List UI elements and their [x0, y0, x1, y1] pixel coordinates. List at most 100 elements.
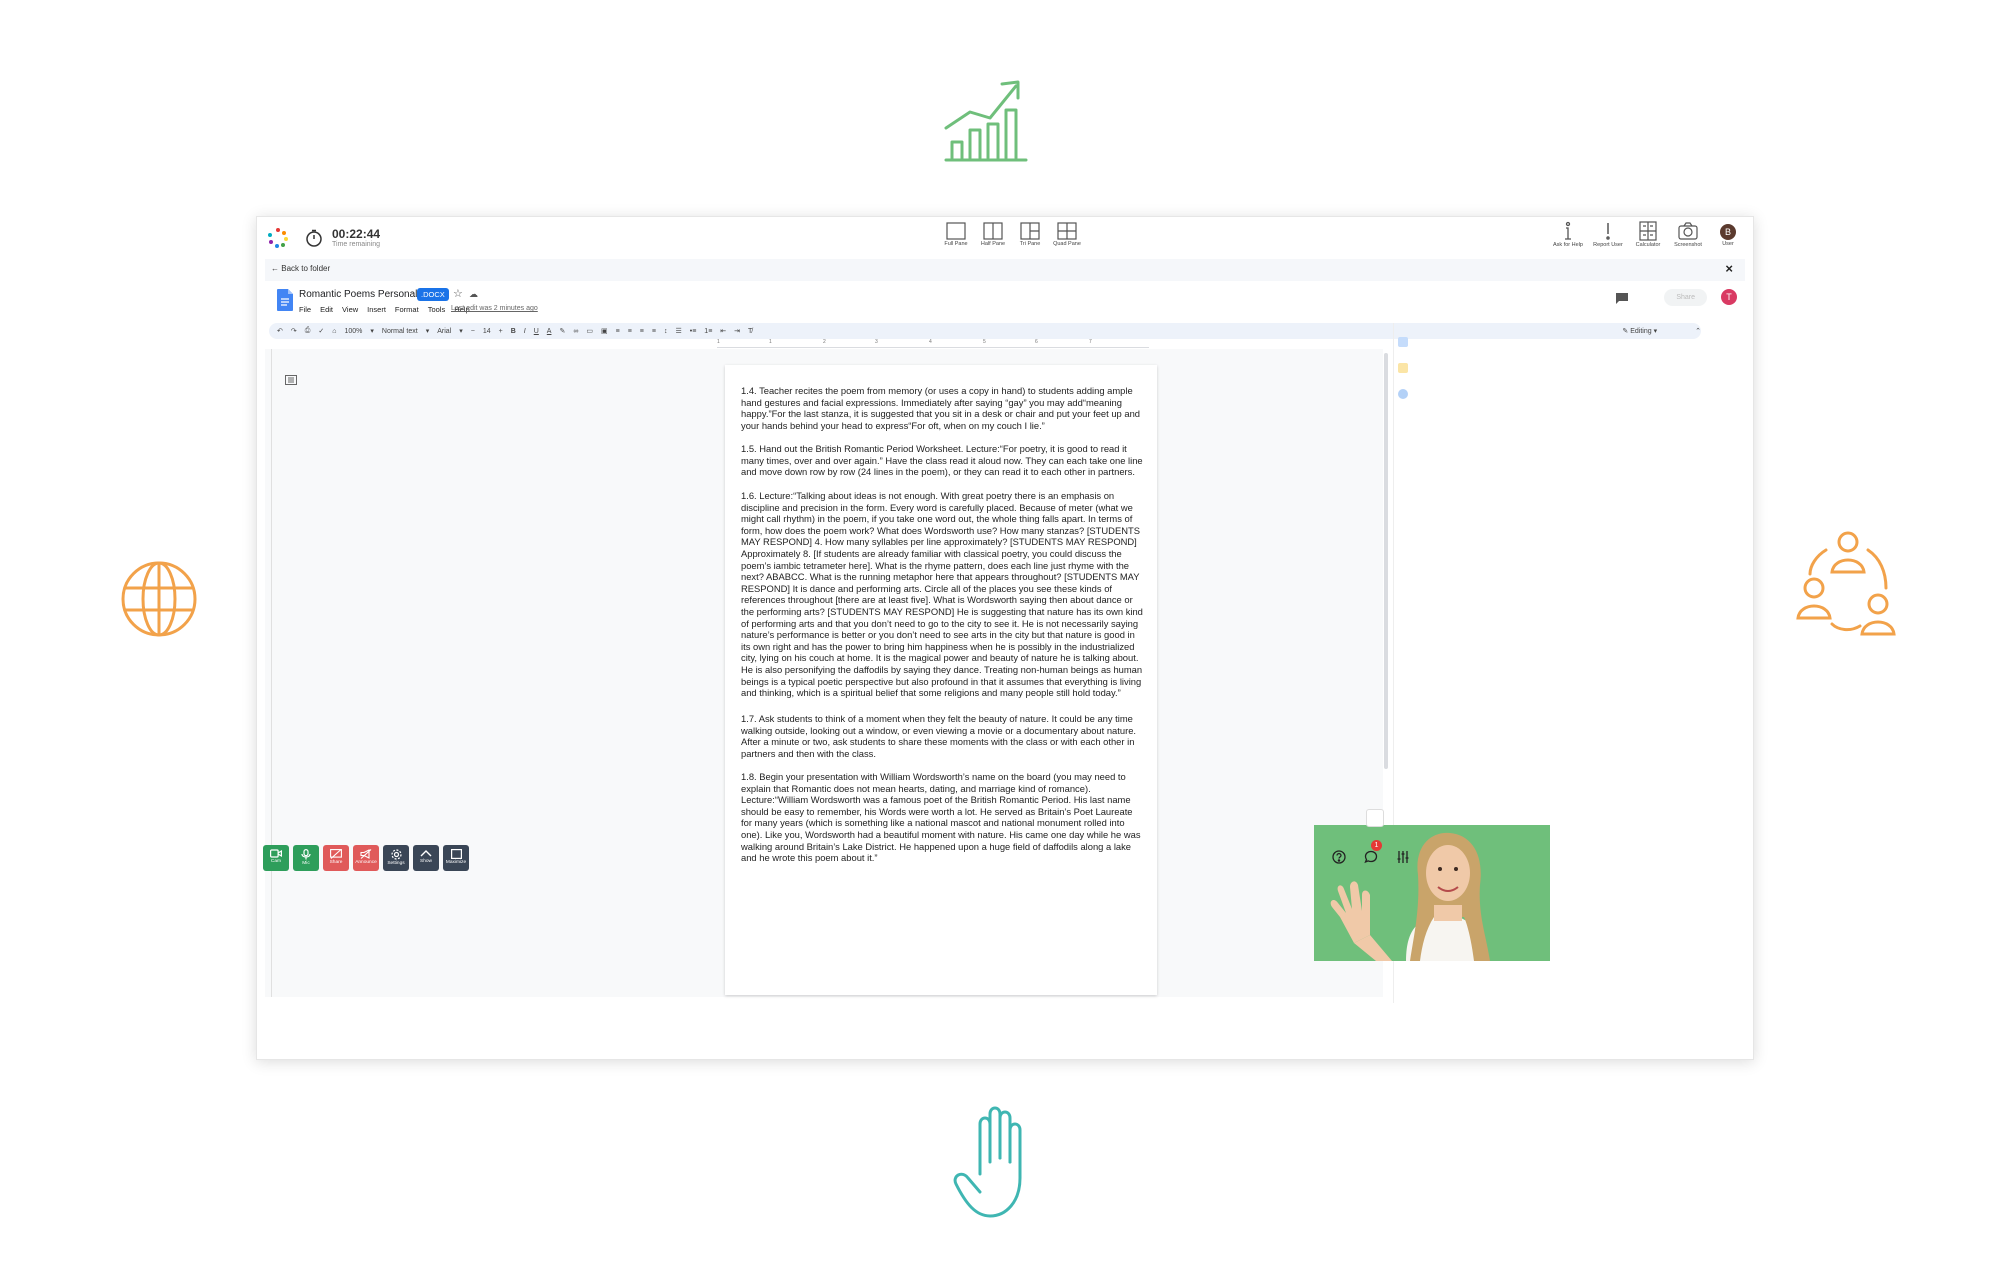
collapse-toolbar-icon[interactable]: ⌃: [1695, 327, 1701, 335]
vertical-ruler: [265, 349, 272, 997]
cam-button[interactable]: Cam: [263, 845, 289, 871]
calculator-icon: [1639, 221, 1657, 241]
ask-for-help-button[interactable]: Ask for Help: [1551, 221, 1585, 248]
style-select[interactable]: Normal text: [382, 328, 418, 335]
user-menu-button[interactable]: B User: [1711, 221, 1745, 247]
bulleted-list-icon[interactable]: •≡: [690, 328, 697, 335]
underline-button[interactable]: U: [534, 328, 539, 335]
bold-button[interactable]: B: [511, 328, 516, 335]
info-icon: [1565, 221, 1571, 240]
clear-formatting-icon[interactable]: T̸: [748, 328, 752, 335]
last-edit-link[interactable]: Last edit was 2 minutes ago: [451, 305, 538, 312]
maximize-icon: [450, 849, 462, 859]
line-spacing-icon[interactable]: ↕: [664, 328, 668, 335]
quad-pane-icon: [1057, 222, 1077, 240]
decrease-indent-icon[interactable]: ⇤: [720, 327, 726, 335]
menu-edit[interactable]: Edit: [320, 305, 333, 314]
italic-button[interactable]: I: [524, 328, 526, 335]
megaphone-off-icon: [360, 849, 372, 859]
document-page[interactable]: 1.4. Teacher recites the poem from memor…: [725, 365, 1157, 995]
font-size-field[interactable]: 14: [483, 328, 491, 335]
collaborator-avatar[interactable]: T: [1721, 289, 1737, 305]
camera-icon: [1678, 222, 1698, 240]
redo-icon[interactable]: ↷: [291, 327, 297, 335]
pip-expand-button[interactable]: [1366, 809, 1384, 827]
star-icon[interactable]: ☆: [453, 287, 463, 300]
help-icon[interactable]: [1332, 850, 1346, 864]
half-pane-button[interactable]: Half Pane: [978, 222, 1008, 247]
comment-icon[interactable]: [1615, 292, 1629, 304]
settings-button[interactable]: Settings: [383, 845, 409, 871]
tasks-icon[interactable]: [1398, 389, 1408, 399]
share-button[interactable]: Share: [1664, 289, 1707, 306]
app-window: 00:22:44 Time remaining Full Pane Half P…: [256, 216, 1754, 1060]
exclamation-icon: [1606, 223, 1610, 240]
document-header: Romantic Poems Personal Task .DOCX ☆ ☁ F…: [265, 281, 1745, 321]
sliders-icon[interactable]: [1396, 850, 1410, 864]
print-icon[interactable]: ⎙: [305, 327, 311, 335]
full-pane-button[interactable]: Full Pane: [941, 222, 971, 247]
formatting-toolbar: ↶ ↷ ⎙ ✓ ⌂ 100% ▾ Normal text ▾ Arial ▾ −…: [269, 323, 1701, 339]
screen-share-off-icon: [330, 849, 342, 859]
numbered-list-icon[interactable]: 1≡: [704, 328, 712, 335]
document-outline-icon[interactable]: [285, 375, 297, 385]
chevron-down-icon: ▾: [459, 328, 463, 335]
menu-insert[interactable]: Insert: [367, 305, 386, 314]
calendar-icon[interactable]: [1398, 337, 1408, 347]
checklist-icon[interactable]: ☰: [675, 327, 681, 335]
tri-pane-button[interactable]: Tri Pane: [1015, 222, 1045, 247]
decrease-size-icon[interactable]: −: [471, 328, 475, 335]
menu-format[interactable]: Format: [395, 305, 419, 314]
editing-mode-select[interactable]: ✎ Editing ▾: [1622, 327, 1657, 335]
timer-value: 00:22:44: [332, 227, 381, 241]
highlight-icon[interactable]: ✎: [559, 327, 565, 335]
stopwatch-icon: [306, 229, 322, 247]
menu-file[interactable]: File: [299, 305, 311, 314]
notification-badge: 1: [1371, 840, 1382, 851]
back-to-folder-link[interactable]: ← Back to folder: [271, 264, 330, 273]
growth-chart-icon: [944, 80, 1028, 162]
scrollbar[interactable]: [1384, 353, 1388, 769]
increase-size-icon[interactable]: +: [499, 328, 503, 335]
waving-hand-icon: [953, 1106, 1022, 1218]
insert-image-icon[interactable]: ▣: [601, 327, 608, 335]
top-tools: Ask for Help Report User Calculator Scre…: [1551, 221, 1745, 248]
menu-tools[interactable]: Tools: [428, 305, 446, 314]
maximize-button[interactable]: Maximize: [443, 845, 469, 871]
announce-button[interactable]: Announce: [353, 845, 379, 871]
cloud-status-icon[interactable]: ☁: [469, 289, 478, 300]
link-icon[interactable]: ∞: [573, 328, 578, 335]
people-cycle-icon: [1796, 531, 1896, 636]
insert-comment-icon[interactable]: ▭: [586, 327, 593, 335]
arrow-left-icon: ←: [271, 264, 279, 273]
menu-view[interactable]: View: [342, 305, 358, 314]
calculator-button[interactable]: Calculator: [1631, 221, 1665, 248]
screenshot-button[interactable]: Screenshot: [1671, 221, 1705, 248]
paint-format-icon[interactable]: ⌂: [332, 328, 336, 335]
timer-label: Time remaining: [332, 241, 380, 248]
keep-icon[interactable]: [1398, 363, 1408, 373]
justify-icon[interactable]: ≡: [652, 328, 656, 335]
align-right-icon[interactable]: ≡: [640, 328, 644, 335]
text-color-button[interactable]: A: [547, 328, 552, 335]
quad-pane-button[interactable]: Quad Pane: [1052, 222, 1082, 247]
share-screen-button[interactable]: Share: [323, 845, 349, 871]
paragraph: 1.6. Lecture:“Talking about ideas is not…: [741, 490, 1143, 699]
align-center-icon[interactable]: ≡: [628, 328, 632, 335]
tri-pane-icon: [1020, 222, 1040, 240]
doc-menu-bar: File Edit View Insert Format Tools Help: [299, 305, 470, 314]
spellcheck-icon[interactable]: ✓: [318, 327, 324, 335]
align-left-icon[interactable]: ≡: [616, 328, 620, 335]
undo-icon[interactable]: ↶: [277, 327, 283, 335]
gear-icon: [390, 849, 402, 860]
chevron-down-icon: ▾: [425, 328, 430, 335]
mic-button[interactable]: Mic: [293, 845, 319, 871]
increase-indent-icon[interactable]: ⇥: [734, 327, 740, 335]
close-icon[interactable]: ×: [1725, 261, 1733, 276]
chat-icon[interactable]: [1364, 850, 1378, 864]
font-select[interactable]: Arial: [437, 328, 451, 335]
zoom-select[interactable]: 100%: [344, 328, 362, 335]
folder-nav-bar: ← Back to folder ×: [265, 259, 1745, 281]
show-button[interactable]: Show: [413, 845, 439, 871]
report-user-button[interactable]: Report User: [1591, 221, 1625, 248]
